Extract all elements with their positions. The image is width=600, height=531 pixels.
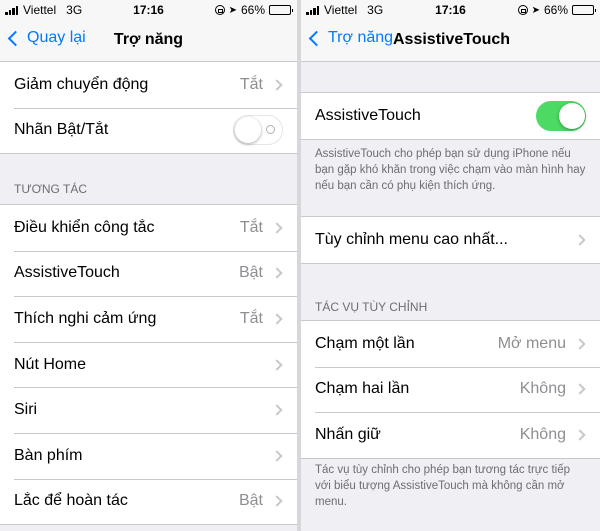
row-label: Siri	[14, 401, 38, 419]
section-header-custom-actions: TÁC VỤ TÙY CHỈNH	[315, 300, 428, 314]
row-value: Không	[519, 380, 566, 398]
back-label: Trợ năng	[328, 29, 394, 46]
chevron-right-icon	[574, 338, 586, 350]
row-value: Tắt	[239, 218, 263, 236]
row-label: Thích nghi cảm ứng	[14, 309, 157, 327]
row-double-tap[interactable]: Chạm hai lần Không	[301, 366, 600, 413]
chevron-right-icon	[271, 79, 283, 91]
row-single-tap[interactable]: Chạm một lần Mở menu	[301, 321, 600, 367]
chevron-right-icon	[271, 450, 283, 462]
row-label: AssistiveTouch	[14, 264, 120, 282]
chevron-right-icon	[271, 495, 283, 508]
row-label: Nhấn giữ	[315, 425, 381, 443]
chevron-right-icon	[271, 404, 283, 416]
row-assistivetouch-toggle: AssistiveTouch	[301, 93, 600, 139]
row-value: Tắt	[239, 309, 263, 327]
battery-icon	[572, 5, 596, 15]
status-bar: Viettel 3G 17:16 ➤ 66%	[301, 0, 600, 20]
location-icon: ➤	[531, 4, 540, 16]
battery-percent: 66%	[240, 3, 265, 17]
row-label: Tùy chỉnh menu cao nhất...	[315, 230, 508, 248]
on-off-labels-toggle[interactable]	[233, 115, 283, 146]
right-screen: Viettel 3G 17:16 ➤ 66% Trợ năng Assistiv…	[301, 0, 600, 531]
row-label: Nhãn Bật/Tắt	[14, 121, 109, 139]
location-icon: ➤	[228, 4, 237, 16]
row-customize-top-menu[interactable]: Tùy chỉnh menu cao nhất...	[301, 217, 600, 263]
page-title: Trợ năng	[113, 31, 184, 48]
left-screen: Viettel 3G 17:16 ➤ 66% Quay lại Trợ năng…	[0, 0, 297, 531]
row-reduce-motion[interactable]: Giảm chuyển động Tắt	[0, 62, 297, 108]
nav-bar: Trợ năng AssistiveTouch	[301, 20, 600, 62]
chevron-right-icon	[271, 222, 283, 234]
row-keyboard[interactable]: Bàn phím	[0, 432, 297, 479]
custom-actions-group: Chạm một lần Mở menu Chạm hai lần Không …	[301, 320, 600, 459]
nav-bar: Quay lại Trợ năng	[0, 20, 297, 62]
row-home-button[interactable]: Nút Home	[0, 341, 297, 388]
chevron-left-icon	[308, 30, 325, 46]
display-group: Giảm chuyển động Tắt Nhãn Bật/Tắt	[0, 61, 297, 155]
row-label: Nút Home	[14, 355, 87, 373]
chevron-right-icon	[574, 383, 586, 396]
row-siri[interactable]: Siri	[0, 387, 297, 433]
status-bar: Viettel 3G 17:16 ➤ 66%	[0, 0, 297, 20]
off-label-icon	[266, 125, 275, 135]
row-assistivetouch[interactable]: AssistiveTouch Bật	[0, 250, 297, 297]
page-title: AssistiveTouch	[393, 31, 511, 48]
section-header-interaction: TƯƠNG TÁC	[14, 182, 87, 196]
rotation-lock-icon	[517, 5, 528, 15]
battery-icon	[269, 5, 293, 15]
row-on-off-labels: Nhãn Bật/Tắt	[0, 107, 297, 154]
row-value: Bật	[238, 264, 263, 282]
assistivetouch-footnote: AssistiveTouch cho phép bạn sử dụng iPho…	[315, 148, 586, 192]
chevron-right-icon	[574, 429, 586, 441]
row-label: Chạm một lần	[315, 334, 415, 352]
chevron-right-icon	[574, 234, 586, 246]
toggle-knob	[234, 116, 261, 143]
row-switch-control[interactable]: Điều khiển công tắc Tắt	[0, 205, 297, 251]
row-shake-to-undo[interactable]: Lắc để hoàn tác Bật	[0, 478, 297, 525]
assistivetouch-toggle[interactable]	[536, 101, 586, 131]
interaction-group: Điều khiển công tắc Tắt AssistiveTouch B…	[0, 204, 297, 526]
chevron-right-icon	[271, 358, 283, 371]
customize-group: Tùy chỉnh menu cao nhất...	[301, 216, 600, 264]
rotation-lock-icon	[214, 5, 225, 15]
row-touch-accommodations[interactable]: Thích nghi cảm ứng Tắt	[0, 296, 297, 342]
toggle-knob	[558, 102, 585, 129]
back-button[interactable]: Trợ năng	[307, 29, 393, 47]
custom-actions-footnote: Tác vụ tùy chỉnh cho phép bạn tương tác …	[315, 464, 570, 508]
chevron-right-icon	[271, 267, 283, 280]
row-label: Chạm hai lần	[315, 380, 410, 398]
row-label: Lắc để hoàn tác	[14, 492, 128, 510]
chevron-right-icon	[271, 313, 283, 325]
row-value: Tắt	[239, 75, 263, 93]
row-long-press[interactable]: Nhấn giữ Không	[301, 412, 600, 458]
row-value: Bật	[238, 492, 263, 510]
row-value: Mở menu	[497, 334, 566, 352]
row-label: Điều khiển công tắc	[14, 218, 155, 236]
battery-percent: 66%	[543, 3, 568, 17]
assistivetouch-group: AssistiveTouch	[301, 92, 600, 140]
row-label: Bàn phím	[14, 446, 83, 464]
row-label: Giảm chuyển động	[14, 75, 149, 93]
row-label: AssistiveTouch	[315, 107, 421, 124]
row-value: Không	[519, 425, 566, 443]
